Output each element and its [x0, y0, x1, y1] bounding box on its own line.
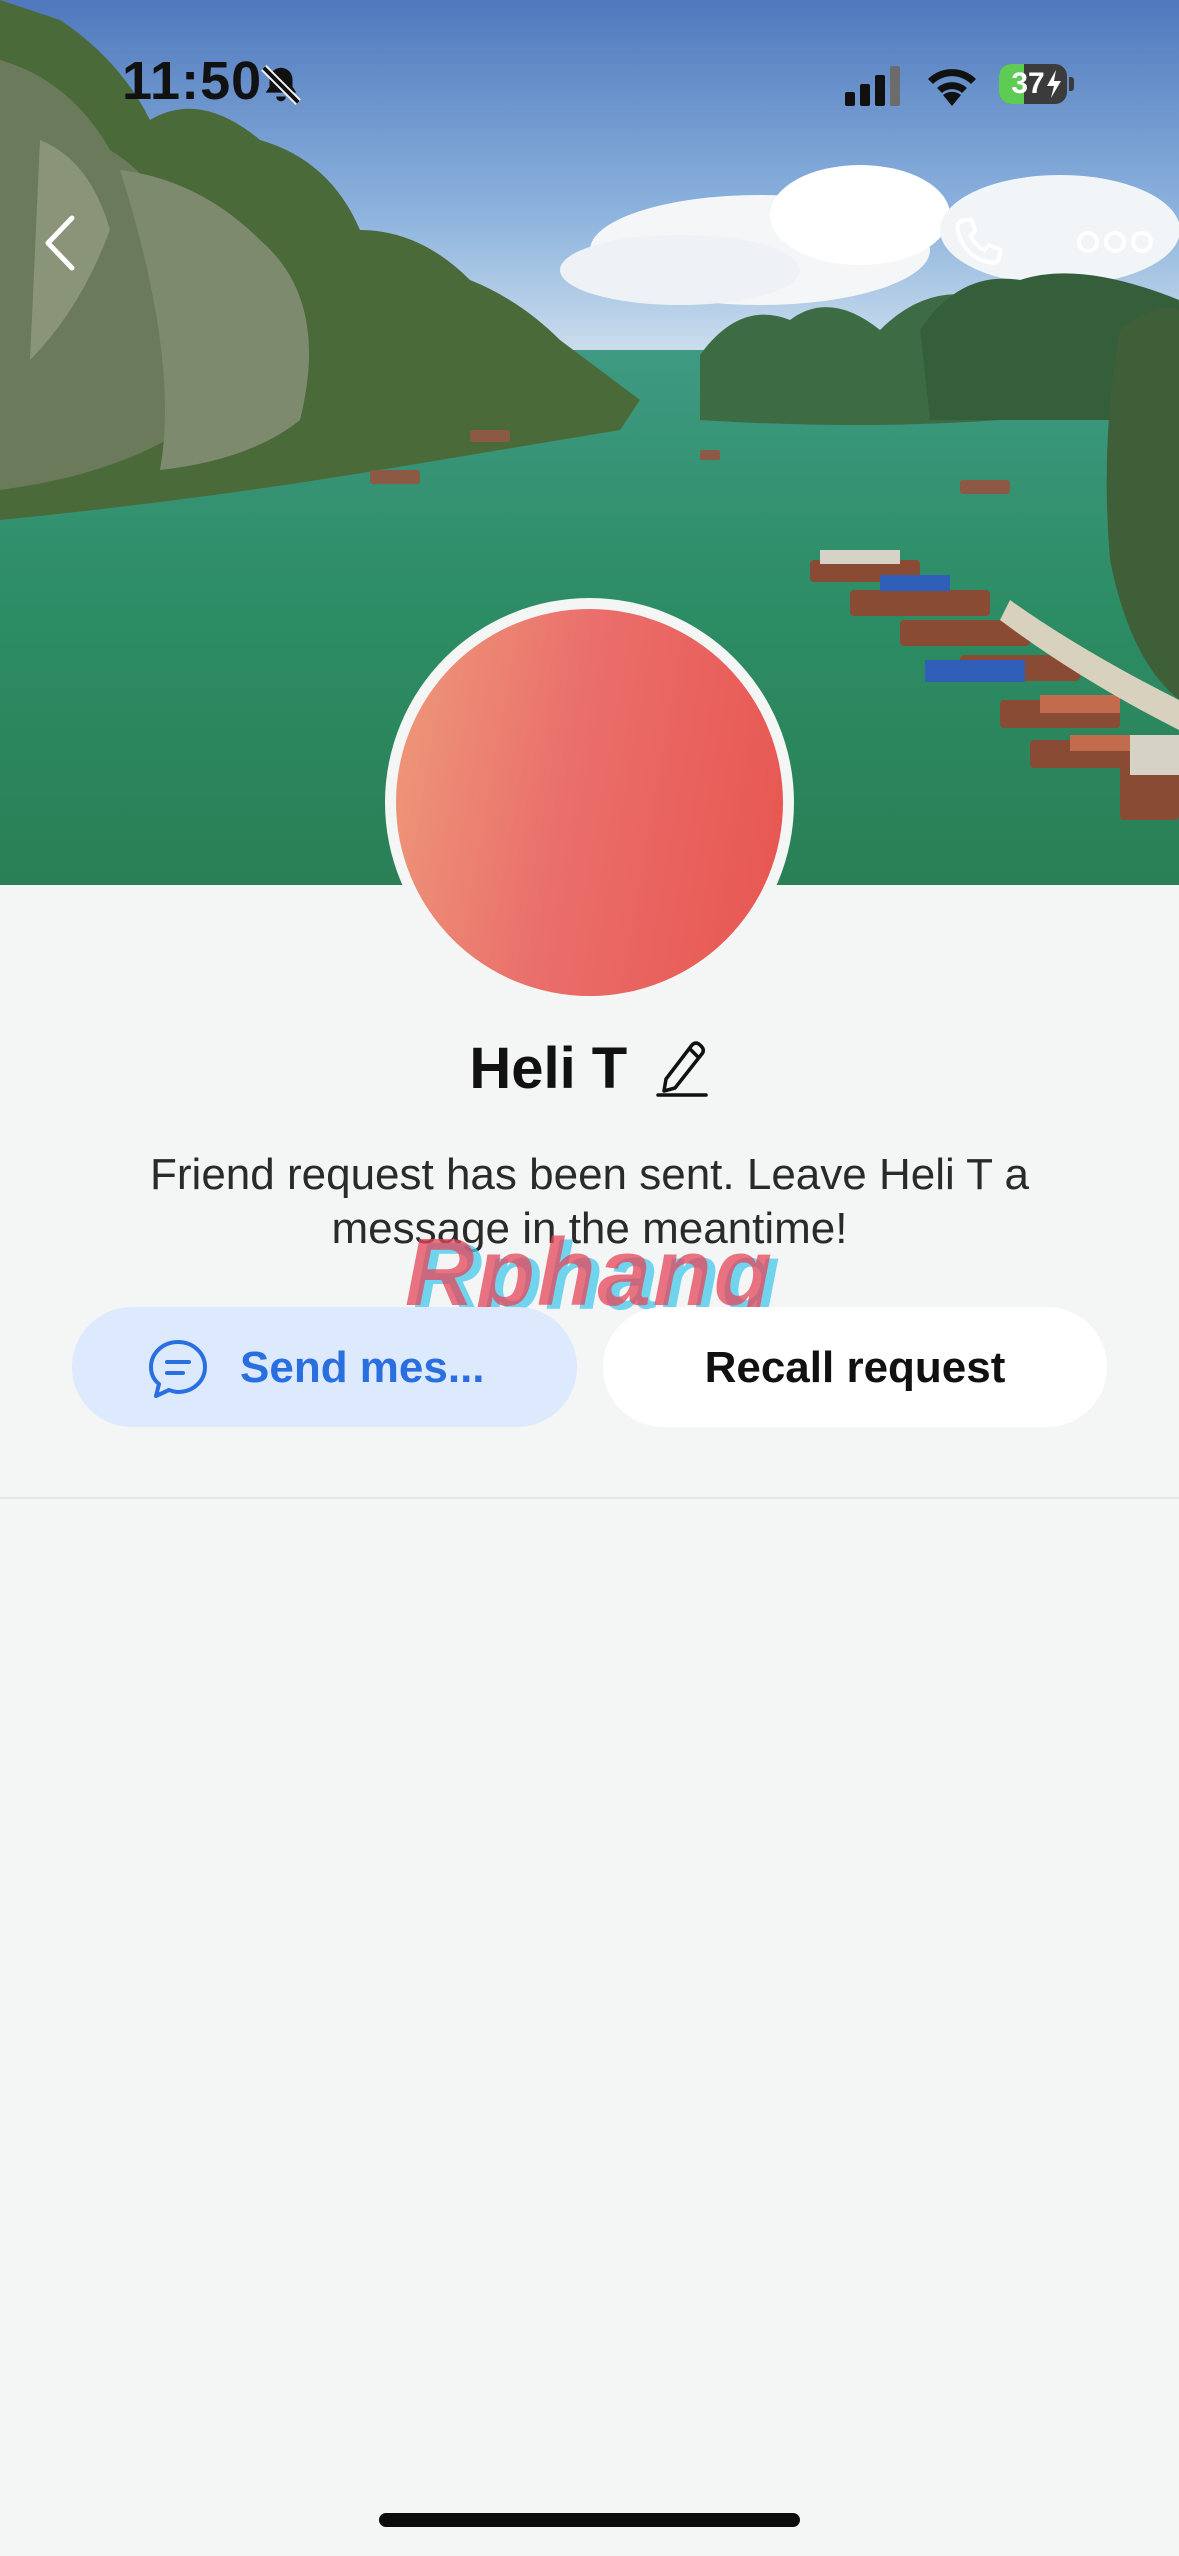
send-message-button[interactable]: Send mes...: [72, 1307, 577, 1427]
avatar[interactable]: [396, 609, 783, 996]
chat-bubble-icon: [149, 1340, 207, 1398]
recall-request-button[interactable]: Recall request: [603, 1307, 1107, 1427]
call-button[interactable]: [945, 210, 1015, 280]
phone-icon: [955, 217, 1003, 265]
more-horizontal-icon: [1077, 231, 1153, 253]
send-message-label: Send mes...: [240, 1343, 485, 1392]
divider: [0, 1497, 1179, 1499]
avatar-frame: [385, 598, 794, 1007]
wifi-icon: [924, 62, 980, 111]
recall-request-label: Recall request: [704, 1343, 1006, 1392]
bell-off-icon: [258, 62, 304, 113]
cellular-signal-icon: [845, 66, 905, 111]
pencil-icon[interactable]: [654, 1035, 710, 1102]
profile-name: Heli T: [469, 1036, 628, 1101]
status-bar: 11:50 37: [0, 0, 1179, 170]
back-button[interactable]: [38, 210, 84, 276]
friend-request-message: Friend request has been sent. Leave Heli…: [150, 1150, 1029, 1253]
status-time: 11:50: [122, 51, 263, 111]
home-indicator[interactable]: [379, 2513, 800, 2527]
more-options-button[interactable]: [1075, 222, 1155, 262]
chevron-left-icon: [45, 215, 75, 271]
battery-icon: 37: [999, 64, 1074, 104]
profile-name-row: Heli T: [0, 1035, 1179, 1110]
